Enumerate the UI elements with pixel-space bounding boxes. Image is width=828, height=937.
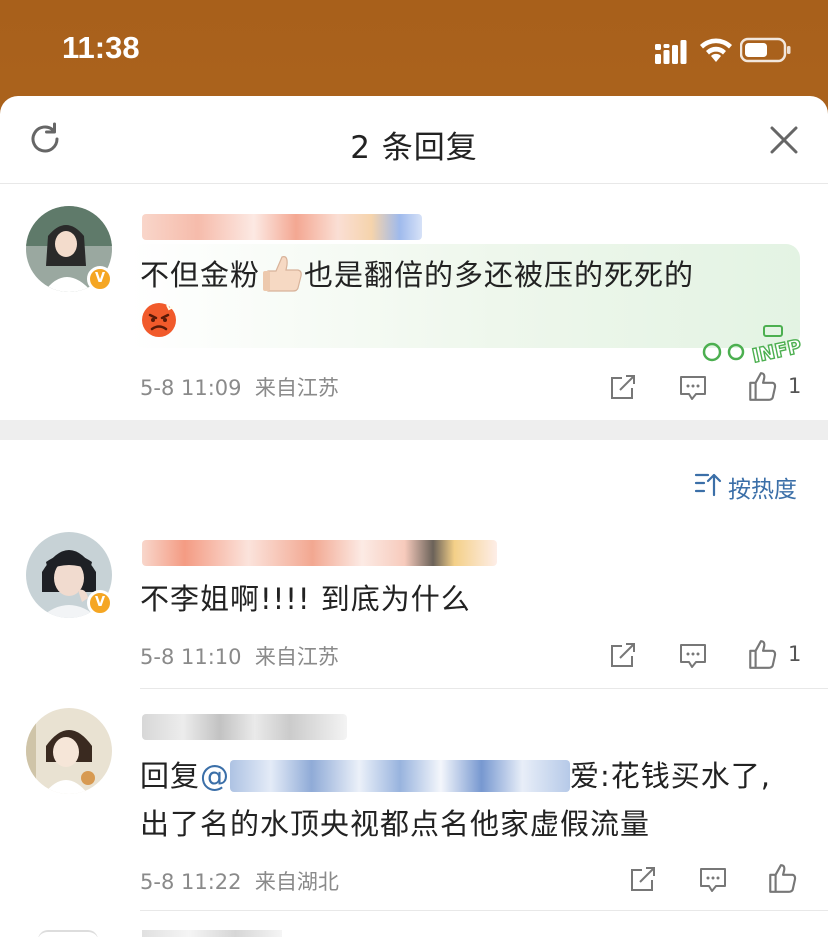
reply-divider xyxy=(140,688,828,689)
timestamp: 5-8 11:09 xyxy=(140,376,242,400)
verified-badge: V xyxy=(87,590,113,616)
avatar[interactable] xyxy=(26,708,112,794)
close-icon[interactable] xyxy=(768,124,800,156)
like-count: 1 xyxy=(788,374,802,398)
location: 来自江苏 xyxy=(254,645,339,669)
reply-line2: 出了名的水顶央视都点名他家虚假流量 xyxy=(140,807,651,841)
section-divider xyxy=(0,420,828,440)
comment-meta: 5-8 11:09 来自江苏 xyxy=(140,372,339,402)
sheet-title: 2 条回复 xyxy=(350,130,478,166)
username-blurred[interactable] xyxy=(142,540,497,566)
comment-meta: 5-8 11:10 来自江苏 xyxy=(140,641,339,671)
mention-blurred xyxy=(230,760,571,792)
timestamp: 5-8 11:22 xyxy=(140,870,242,894)
share-icon[interactable] xyxy=(608,640,638,670)
mention-link[interactable]: @ xyxy=(200,759,230,793)
location: 来自江苏 xyxy=(254,376,339,400)
comment-text-part1: 不但金粉 xyxy=(140,258,261,292)
comment-text: 不但金粉 也是翻倍的多还被压的死死的 xyxy=(140,251,780,347)
comment-icon[interactable] xyxy=(678,372,708,402)
share-icon[interactable] xyxy=(608,372,638,402)
angry-face-emoji-icon xyxy=(142,303,176,337)
like-icon[interactable] xyxy=(746,370,778,402)
timestamp: 5-8 11:10 xyxy=(140,645,242,669)
sort-label: 按热度 xyxy=(728,477,797,503)
next-reply-name-partial xyxy=(142,930,282,937)
comment-text-part2: 也是翻倍的多还被压的死死的 xyxy=(304,258,695,292)
like-count: 1 xyxy=(788,642,802,666)
comment-text: 回复@ 爱:花钱买水了, 出了名的水顶央视都点名他家虚假流量 xyxy=(140,752,800,848)
reply-prefix: 回复 xyxy=(140,759,201,793)
location: 来自湖北 xyxy=(254,870,339,894)
comment-icon[interactable] xyxy=(678,640,708,670)
thumbs-up-emoji-icon xyxy=(263,256,302,292)
sort-icon xyxy=(694,473,722,497)
comment-meta: 5-8 11:22 来自湖北 xyxy=(140,866,339,896)
cellular-signal-icon xyxy=(655,40,687,64)
reply-line1-suffix: 爱:花钱买水了, xyxy=(570,759,772,793)
username-blurred[interactable] xyxy=(142,214,422,240)
username-blurred[interactable] xyxy=(142,714,347,740)
share-icon[interactable] xyxy=(628,864,658,894)
comment-icon[interactable] xyxy=(698,864,728,894)
sheet-header: 2 条回复 xyxy=(0,96,828,184)
next-reply-avatar-partial xyxy=(38,930,98,937)
verified-badge: V xyxy=(87,266,113,292)
replies-sheet: 2 条回复 V 不但金粉 也是翻倍的多还被压的死死的 INFP 5-8 11:0… xyxy=(0,96,828,937)
battery-icon xyxy=(740,37,791,63)
status-time: 11:38 xyxy=(62,30,140,65)
status-bar: 11:38 xyxy=(0,0,828,100)
reply-divider xyxy=(140,910,828,911)
comment-text: 不李姐啊!!!! 到底为什么 xyxy=(140,582,471,616)
infp-tag: INFP xyxy=(750,336,803,368)
like-icon[interactable] xyxy=(766,862,798,894)
wifi-icon xyxy=(700,38,732,62)
infp-sticker-icon: INFP xyxy=(702,325,804,368)
like-icon[interactable] xyxy=(746,638,778,670)
